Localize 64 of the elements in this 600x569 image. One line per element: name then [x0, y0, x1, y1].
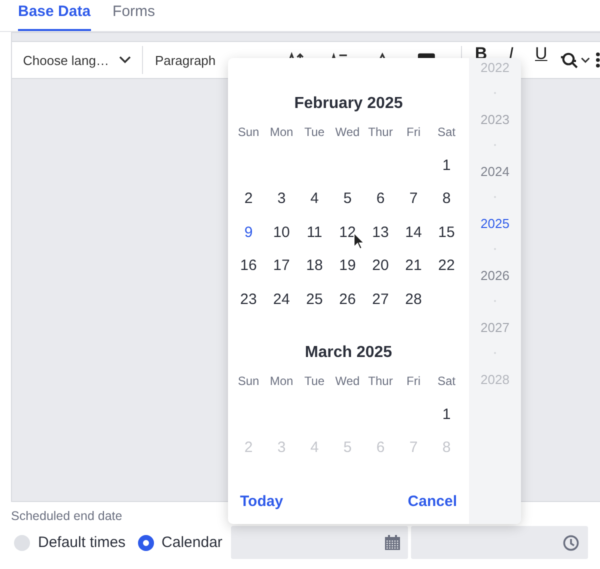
weekday-label: Tue	[303, 124, 326, 141]
day-cell[interactable]: 1	[430, 398, 463, 431]
day-cell[interactable]: 5	[331, 182, 364, 216]
weekday-label: Sun	[236, 373, 260, 390]
radio-option[interactable]: Default times	[14, 534, 126, 551]
month-title: March 2025	[304, 344, 394, 363]
weekday-label: Fri	[406, 373, 422, 390]
weekday-label: Mon	[268, 124, 294, 141]
year-option[interactable]: 2025	[480, 214, 510, 232]
day-cell[interactable]: 27	[364, 282, 397, 316]
weekday-label: Thur	[367, 373, 394, 390]
day-cell[interactable]: 10	[265, 216, 298, 249]
day-cell[interactable]: 16	[232, 249, 265, 282]
weekday-label: Wed	[334, 124, 361, 141]
weekday-label: Thur	[367, 124, 394, 141]
weekday-label: Sat	[436, 124, 456, 141]
day-cell[interactable]: 14	[397, 216, 430, 249]
find-replace-icon[interactable]	[560, 51, 592, 69]
day-cell[interactable]: 2	[232, 182, 265, 216]
day-cell[interactable]: 19	[331, 249, 364, 282]
day-cell[interactable]: 11	[298, 216, 331, 249]
weekday-label: Wed	[334, 373, 361, 390]
radio-option[interactable]: Calendar	[138, 534, 222, 551]
day-cell[interactable]: 20	[364, 249, 397, 282]
day-cell[interactable]: 26	[331, 282, 364, 316]
time-field[interactable]	[411, 526, 588, 559]
language-dropdown[interactable]: Choose lang…	[12, 52, 142, 68]
year-option[interactable]: 2026	[480, 266, 510, 284]
day-cell[interactable]: 4	[298, 182, 331, 216]
weekday-label: Fri	[406, 124, 422, 141]
day-cell[interactable]: 15	[430, 216, 463, 249]
action-button[interactable]: Cancel	[408, 493, 457, 510]
day-cell[interactable]: 1	[430, 148, 463, 182]
day-cell[interactable]: 3	[265, 182, 298, 216]
day-cell[interactable]: 13	[364, 216, 397, 249]
more-icon[interactable]	[596, 51, 600, 69]
paragraph-dropdown[interactable]: Paragraph	[142, 52, 228, 68]
day-cell[interactable]: 23	[232, 282, 265, 316]
day-cell[interactable]: 22	[430, 249, 463, 282]
day-cell[interactable]: 8	[430, 182, 463, 216]
clock-icon	[563, 534, 580, 550]
day-cell[interactable]: 21	[397, 249, 430, 282]
weekday-label: Sun	[236, 124, 260, 141]
action-button[interactable]: Today	[240, 493, 284, 510]
calendar-icon	[385, 535, 400, 550]
tab[interactable]: Forms	[112, 0, 156, 31]
day-cell[interactable]: 28	[397, 282, 430, 316]
weekday-label: Sat	[436, 373, 456, 390]
field-label: Scheduled end date	[11, 509, 124, 523]
year-option[interactable]: 2024	[480, 162, 510, 180]
day-cell[interactable]: 25	[298, 282, 331, 316]
day-cell[interactable]: 18	[298, 249, 331, 282]
month-title: February 2025	[293, 95, 404, 114]
format-button[interactable]: U	[526, 45, 556, 62]
day-cell[interactable]: 9	[232, 216, 265, 249]
day-cell[interactable]: 17	[265, 249, 298, 282]
date-field[interactable]	[231, 526, 408, 559]
chevron-icon	[119, 56, 131, 64]
weekday-label: Mon	[268, 373, 294, 390]
day-cell[interactable]: 24	[265, 282, 298, 316]
day-cell[interactable]: 7	[397, 182, 430, 216]
weekday-label: Tue	[303, 373, 326, 390]
cursor-icon	[353, 232, 365, 250]
day-cell[interactable]: 6	[364, 182, 397, 216]
